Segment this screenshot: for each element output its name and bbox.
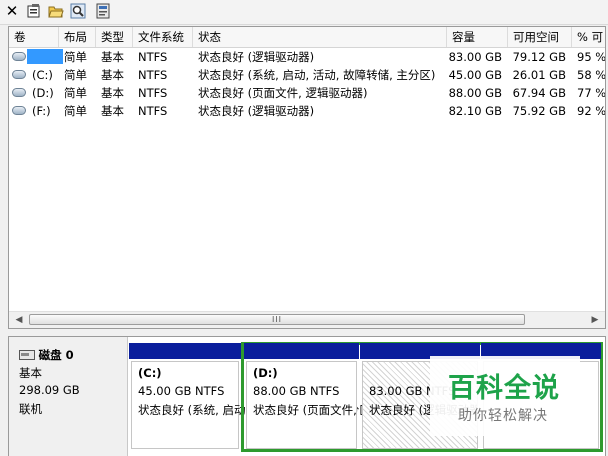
- column-capacity[interactable]: 容量: [447, 27, 508, 47]
- table-row[interactable]: 简单 基本 NTFS 状态良好 (逻辑驱动器) 83.00 GB 79.12 G…: [9, 48, 606, 66]
- column-volume[interactable]: 卷: [9, 27, 59, 47]
- column-free[interactable]: 可用空间: [508, 27, 572, 47]
- partition-body: (D:) 88.00 GB NTFS 状态良好 (页面文件, 逻辑驱动器): [246, 361, 357, 449]
- partition-size: 88.00 GB NTFS: [253, 384, 340, 398]
- drive-icon: [12, 88, 26, 97]
- cell-filesystem: NTFS: [138, 68, 168, 82]
- arrow-left-icon: ◀: [15, 315, 23, 325]
- partition-status: 状态良好 (页面文件, 逻辑驱动器): [253, 403, 357, 417]
- cell-volume: (D:): [32, 86, 54, 100]
- partition-bar: [244, 343, 359, 359]
- folder-open-icon: [48, 6, 64, 18]
- scroll-left-button[interactable]: ◀: [11, 312, 27, 328]
- cell-filesystem: NTFS: [138, 86, 168, 100]
- explore-button[interactable]: [69, 2, 87, 20]
- cell-capacity: 83.00 GB: [448, 50, 502, 64]
- disk-size: 298.09 GB: [19, 383, 80, 397]
- partition-bar: [129, 343, 241, 359]
- disk-title-line: 磁盘 0: [19, 347, 74, 363]
- horizontal-scrollbar[interactable]: ◀ III ▶: [9, 311, 605, 328]
- column-status[interactable]: 状态: [193, 27, 447, 47]
- table-row[interactable]: (F:) 简单 基本 NTFS 状态良好 (逻辑驱动器) 82.10 GB 75…: [9, 102, 606, 120]
- cell-volume: (F:): [32, 104, 51, 118]
- cell-type: 基本: [101, 50, 124, 64]
- column-type[interactable]: 类型: [96, 27, 133, 47]
- magnifier-icon: [70, 3, 86, 19]
- cell-filesystem: NTFS: [138, 104, 168, 118]
- column-percent-free[interactable]: % 可: [572, 27, 605, 47]
- drive-icon: [12, 52, 26, 61]
- cell-status: 状态良好 (系统, 启动, 活动, 故障转储, 主分区): [198, 68, 436, 82]
- cell-status: 状态良好 (逻辑驱动器): [198, 50, 315, 64]
- drive-icon: [12, 106, 26, 115]
- cell-capacity: 88.00 GB: [448, 86, 502, 100]
- partition-body: (C:) 45.00 GB NTFS 状态良好 (系统, 启动, 活动, 故障转…: [131, 361, 375, 449]
- watermark: 百科全说 助你轻松解决: [430, 356, 580, 436]
- properties-icon: [27, 4, 40, 18]
- cell-volume: [27, 48, 59, 66]
- column-header: 卷 布局 类型 文件系统 状态 容量 可用空间 % 可: [9, 27, 605, 48]
- properties-button[interactable]: [25, 2, 43, 20]
- cell-percent-free: 77 %: [577, 86, 606, 100]
- partition-size: 45.00 GB NTFS: [138, 384, 225, 398]
- disk-name: 磁盘 0: [38, 348, 74, 362]
- watermark-subtitle: 助你轻松解决: [458, 408, 548, 424]
- watermark-title: 百科全说: [448, 373, 560, 404]
- disk-type: 基本: [19, 366, 42, 380]
- cell-type: 基本: [101, 68, 124, 82]
- settings-button[interactable]: [94, 2, 112, 20]
- cell-layout: 简单: [64, 50, 87, 64]
- cell-free: 75.92 GB: [512, 104, 566, 118]
- column-layout[interactable]: 布局: [59, 27, 96, 47]
- disk-icon: [19, 350, 35, 360]
- arrow-right-icon: ▶: [591, 315, 599, 325]
- cell-status: 状态良好 (页面文件, 逻辑驱动器): [198, 86, 368, 100]
- disk-settings-icon: [96, 3, 110, 19]
- scroll-grip: III: [271, 315, 283, 324]
- cell-layout: 简单: [64, 104, 87, 118]
- cell-capacity: 82.10 GB: [448, 104, 502, 118]
- partition-d[interactable]: (D:) 88.00 GB NTFS 状态良好 (页面文件, 逻辑驱动器): [244, 343, 359, 451]
- cell-percent-free: 92 %: [577, 104, 606, 118]
- open-button[interactable]: [47, 2, 65, 20]
- cell-volume: (C:): [32, 68, 53, 82]
- cell-percent-free: 58 %: [577, 68, 606, 82]
- cell-layout: 简单: [64, 86, 87, 100]
- cell-status: 状态良好 (逻辑驱动器): [198, 104, 315, 118]
- column-filesystem[interactable]: 文件系统: [133, 27, 193, 47]
- table-row[interactable]: (D:) 简单 基本 NTFS 状态良好 (页面文件, 逻辑驱动器) 88.00…: [9, 84, 606, 102]
- cell-capacity: 45.00 GB: [448, 68, 502, 82]
- partition-label: (D:): [253, 366, 278, 380]
- cell-type: 基本: [101, 104, 124, 118]
- cell-filesystem: NTFS: [138, 50, 168, 64]
- close-button[interactable]: ✕: [3, 2, 21, 20]
- disk-state: 联机: [19, 402, 42, 416]
- cell-type: 基本: [101, 86, 124, 100]
- partition-c[interactable]: (C:) 45.00 GB NTFS 状态良好 (系统, 启动, 活动, 故障转…: [129, 343, 375, 451]
- disk-info-panel[interactable]: 磁盘 0 基本 298.09 GB 联机: [9, 337, 128, 456]
- x-icon: ✕: [5, 1, 19, 20]
- cell-free: 79.12 GB: [512, 50, 566, 64]
- scroll-thumb[interactable]: III: [29, 314, 525, 325]
- table-row[interactable]: (C:) 简单 基本 NTFS 状态良好 (系统, 启动, 活动, 故障转储, …: [9, 66, 606, 84]
- volume-list[interactable]: 卷 布局 类型 文件系统 状态 容量 可用空间 % 可 简单 基本 NTFS 状…: [8, 26, 606, 329]
- partition-label: (C:): [138, 366, 162, 380]
- drive-icon: [12, 70, 26, 79]
- scroll-right-button[interactable]: ▶: [587, 312, 603, 328]
- cell-free: 67.94 GB: [512, 86, 566, 100]
- cell-layout: 简单: [64, 68, 87, 82]
- toolbar: ✕: [0, 0, 608, 25]
- cell-percent-free: 95 %: [577, 50, 606, 64]
- cell-free: 26.01 GB: [512, 68, 566, 82]
